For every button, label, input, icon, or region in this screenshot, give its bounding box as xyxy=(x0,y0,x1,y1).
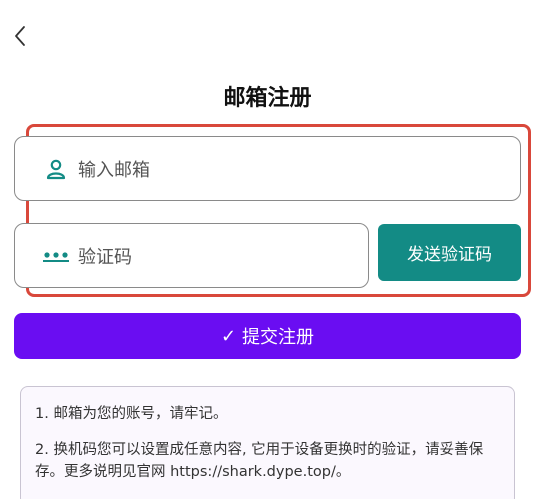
code-field[interactable]: 验证码 xyxy=(14,223,369,288)
submit-label: 提交注册 xyxy=(242,327,315,348)
back-button[interactable] xyxy=(8,22,32,50)
send-code-button[interactable]: 发送验证码 xyxy=(378,224,521,281)
email-placeholder: 输入邮箱 xyxy=(78,159,150,181)
note-item: 2. 换机码您可以设置成任意内容, 它用于设备更换时的验证，请妥善保存。更多说明… xyxy=(35,442,484,480)
person-icon xyxy=(41,157,71,181)
register-page: 邮箱注册 输入邮箱 验证码 发送验证码 ✓ 提交注册 1. 邮箱为您的账号，请牢… xyxy=(0,0,535,499)
code-placeholder: 验证码 xyxy=(78,246,132,268)
chevron-left-icon xyxy=(15,26,25,46)
info-notes: 1. 邮箱为您的账号，请牢记。 2. 换机码您可以设置成任意内容, 它用于设备更… xyxy=(20,386,515,499)
password-dots-icon xyxy=(41,244,71,268)
email-field[interactable]: 输入邮箱 xyxy=(14,136,521,201)
check-icon: ✓ xyxy=(220,325,237,347)
page-title: 邮箱注册 xyxy=(223,86,312,111)
submit-register-button[interactable]: ✓ 提交注册 xyxy=(14,313,521,359)
note-item: 1. 邮箱为您的账号，请牢记。 xyxy=(35,406,228,422)
